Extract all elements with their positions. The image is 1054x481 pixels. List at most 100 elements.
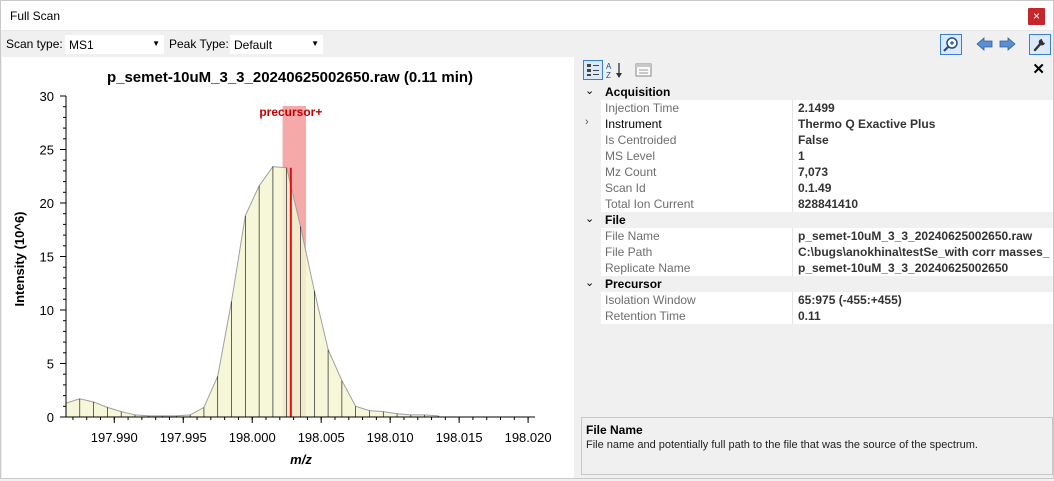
title-bar[interactable]: Full Scan ×: [1, 1, 1053, 31]
x-tick-label: 198.000: [229, 430, 276, 445]
scan-type-dropdown[interactable]: MS1 ▼: [64, 34, 165, 55]
property-name: Injection Time: [605, 101, 680, 115]
x-tick-label: 198.010: [367, 430, 414, 445]
category-precursor[interactable]: ⌄ Precursor: [579, 276, 1053, 292]
y-tick-label: 0: [47, 410, 54, 425]
property-name: Mz Count: [605, 165, 657, 179]
zoom-spectrum-button[interactable]: [940, 34, 962, 55]
properties-toggle-button[interactable]: [1029, 34, 1051, 55]
y-tick-label: 15: [40, 250, 54, 265]
row-gutter: [579, 228, 601, 244]
column-divider: [792, 100, 793, 116]
row-gutter: [579, 260, 601, 276]
collapse-chevron-icon[interactable]: ⌄: [585, 276, 594, 289]
property-value[interactable]: 65:975 (-455:+455): [798, 293, 1053, 307]
row-gutter: [579, 196, 601, 212]
chart-title: p_semet-10uM_3_3_20240625002650.raw (0.1…: [107, 69, 473, 86]
property-value[interactable]: 7,073: [798, 165, 1053, 179]
previous-scan-button[interactable]: [976, 36, 994, 52]
property-name: File Name: [605, 229, 660, 243]
property-row[interactable]: Is Centroided False: [579, 132, 1053, 148]
property-value[interactable]: C:\bugs\anokhina\testSe_with corr masses…: [798, 245, 1053, 259]
y-tick-label: 25: [40, 143, 54, 158]
property-pages-button[interactable]: [634, 60, 654, 80]
row-gutter: [579, 148, 601, 164]
column-divider: [792, 308, 793, 324]
peak-type-dropdown[interactable]: Default ▼: [229, 34, 324, 55]
x-tick-label: 198.015: [436, 430, 483, 445]
property-name: MS Level: [605, 149, 656, 163]
property-row[interactable]: Replicate Name p_semet-10uM_3_3_202406250…: [579, 260, 1053, 276]
y-tick-label: 5: [47, 357, 54, 372]
peak-type-label: Peak Type:: [169, 37, 229, 51]
chevron-down-icon: ▼: [311, 39, 319, 48]
property-value[interactable]: 0.1.49: [798, 181, 1053, 195]
properties-pane: A Z ✕ ⌄ Acquisition Injection Time 2.1499 › I…: [579, 57, 1053, 478]
spectrum-chart[interactable]: p_semet-10uM_3_3_20240625002650.raw (0.1…: [2, 57, 574, 478]
property-value[interactable]: 828841410: [798, 197, 1053, 211]
property-row[interactable]: Isolation Window 65:975 (-455:+455): [579, 292, 1053, 308]
close-window-button[interactable]: ×: [1028, 8, 1045, 25]
collapse-chevron-icon[interactable]: ⌄: [585, 212, 594, 225]
help-description: File name and potentially full path to t…: [586, 439, 978, 451]
property-help-panel: File Name File name and potentially full…: [581, 417, 1053, 475]
column-divider: [792, 196, 793, 212]
column-divider: [792, 148, 793, 164]
category-label: File: [605, 213, 626, 227]
category-label: Acquisition: [605, 85, 671, 99]
collapse-chevron-icon[interactable]: ⌄: [585, 84, 594, 97]
property-name: File Path: [605, 245, 653, 259]
column-divider: [792, 292, 793, 308]
property-name: Scan Id: [605, 181, 646, 195]
property-row[interactable]: MS Level 1: [579, 148, 1053, 164]
property-value[interactable]: False: [798, 133, 1053, 147]
property-row[interactable]: › Instrument Thermo Q Exactive Plus: [579, 116, 1053, 132]
row-gutter: [579, 100, 601, 116]
property-value[interactable]: 1: [798, 149, 1053, 163]
row-gutter: [579, 292, 601, 308]
expand-chevron-icon[interactable]: ›: [585, 116, 589, 128]
property-value[interactable]: 2.1499: [798, 101, 1053, 115]
spectrum-area: [66, 166, 439, 417]
property-value[interactable]: p_semet-10uM_3_3_20240625002650: [798, 261, 1053, 275]
window-title: Full Scan: [10, 9, 61, 23]
help-title: File Name: [586, 423, 643, 437]
category-acquisition[interactable]: ⌄ Acquisition: [579, 84, 1053, 100]
column-divider: [792, 164, 793, 180]
x-tick-label: 198.020: [505, 430, 552, 445]
close-properties-button[interactable]: ✕: [1032, 60, 1045, 78]
x-tick-label: 198.005: [298, 430, 345, 445]
categorized-view-button[interactable]: [583, 60, 603, 80]
property-grid[interactable]: ⌄ Acquisition Injection Time 2.1499 › Instrum…: [579, 84, 1053, 324]
property-row[interactable]: Scan Id 0.1.49: [579, 180, 1053, 196]
scan-type-label: Scan type:: [6, 37, 63, 51]
column-divider: [792, 132, 793, 148]
property-row[interactable]: Retention Time 0.11: [579, 308, 1053, 324]
column-divider: [792, 228, 793, 244]
x-axis-label: m/z: [290, 452, 312, 467]
row-gutter: [579, 244, 601, 260]
spectrum-chart-pane[interactable]: p_semet-10uM_3_3_20240625002650.raw (0.1…: [2, 57, 574, 478]
wrench-icon: [1033, 38, 1045, 52]
next-scan-button[interactable]: [998, 36, 1016, 52]
category-file[interactable]: ⌄ File: [579, 212, 1053, 228]
property-row[interactable]: Injection Time 2.1499: [579, 100, 1053, 116]
property-row[interactable]: Mz Count 7,073: [579, 164, 1053, 180]
y-tick-label: 30: [40, 89, 54, 104]
property-value[interactable]: p_semet-10uM_3_3_20240625002650.raw: [798, 229, 1053, 243]
zoom-spectrum-icon: [943, 37, 958, 52]
property-value[interactable]: Thermo Q Exactive Plus: [798, 117, 1053, 131]
svg-text:Z: Z: [606, 71, 611, 80]
column-divider: [792, 116, 793, 132]
property-value[interactable]: 0.11: [798, 309, 1053, 323]
property-row[interactable]: Total Ion Current 828841410: [579, 196, 1053, 212]
row-gutter: [579, 180, 601, 196]
scan-toolbar: Scan type: MS1 ▼ Peak Type: Default ▼: [1, 32, 1053, 57]
x-tick-label: 197.995: [160, 430, 207, 445]
svg-text:A: A: [606, 62, 612, 71]
property-row[interactable]: File Name p_semet-10uM_3_3_20240625002650…: [579, 228, 1053, 244]
property-row[interactable]: File Path C:\bugs\anokhina\testSe_with co…: [579, 244, 1053, 260]
alphabetical-sort-button[interactable]: A Z: [605, 60, 625, 80]
y-tick-label: 10: [40, 303, 54, 318]
row-gutter: ›: [579, 116, 601, 132]
